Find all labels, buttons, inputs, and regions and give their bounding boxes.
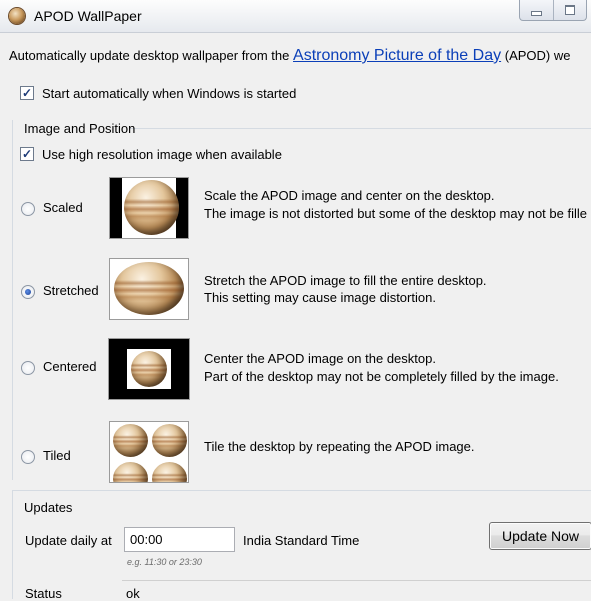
desc-centered-2: Part of the desktop may not be completel…	[204, 369, 559, 384]
thumb-stretched	[109, 258, 189, 320]
option-label-scaled[interactable]: Scaled	[43, 200, 83, 215]
thumb-centered	[108, 338, 190, 400]
minimize-button[interactable]	[520, 0, 554, 20]
hires-label[interactable]: Use high resolution image when available	[42, 147, 282, 162]
image-position-heading: Image and Position	[24, 121, 136, 136]
update-now-button[interactable]: Update Now	[489, 522, 591, 550]
group-divider	[130, 128, 591, 129]
desc-scaled-1: Scale the APOD image and center on the d…	[204, 188, 495, 203]
desc-tiled-1: Tile the desktop by repeating the APOD i…	[204, 439, 475, 454]
planet-image	[152, 424, 187, 457]
planet-icon	[9, 8, 25, 24]
intro-text: Automatically update desktop wallpaper f…	[9, 47, 570, 65]
radio-stretched[interactable]	[21, 285, 35, 299]
thumb-tiled	[109, 421, 189, 483]
planet-image	[152, 462, 187, 482]
update-daily-label: Update daily at	[25, 533, 112, 548]
planet-image	[113, 424, 148, 457]
intro-prefix: Automatically update desktop wallpaper f…	[9, 48, 290, 63]
group-border-left	[12, 120, 13, 480]
black-bar	[110, 178, 122, 238]
planet-image	[114, 262, 184, 315]
desc-scaled-2: The image is not distorted but some of t…	[204, 206, 587, 221]
option-label-stretched[interactable]: Stretched	[43, 283, 99, 298]
radio-tiled[interactable]	[21, 450, 35, 464]
startup-label[interactable]: Start automatically when Windows is star…	[42, 86, 296, 101]
planet-image	[113, 462, 148, 482]
group-border-left	[12, 490, 13, 599]
apod-link[interactable]: Astronomy Picture of the Day	[293, 47, 501, 64]
check-icon: ✓	[21, 147, 33, 161]
intro-suffix: (APOD) we	[504, 48, 571, 63]
window-title: APOD WallPaper	[34, 8, 142, 24]
status-field	[122, 580, 591, 600]
thumb-scaled	[109, 177, 189, 239]
title-bar: APOD WallPaper	[0, 0, 591, 33]
timezone-label: India Standard Time	[243, 533, 360, 548]
radio-centered[interactable]	[21, 361, 35, 375]
maximize-icon	[564, 5, 575, 15]
group-divider	[12, 490, 591, 491]
updates-heading: Updates	[24, 500, 73, 515]
desc-centered-1: Center the APOD image on the desktop.	[204, 351, 436, 366]
option-label-tiled[interactable]: Tiled	[43, 448, 71, 463]
maximize-button[interactable]	[554, 0, 587, 20]
startup-checkbox[interactable]: ✓	[20, 86, 34, 100]
planet-image	[124, 180, 179, 235]
time-hint: e.g. 11:30 or 23:30	[127, 557, 202, 567]
desc-stretched-1: Stretch the APOD image to fill the entir…	[204, 273, 487, 288]
radio-scaled[interactable]	[21, 202, 35, 216]
desc-stretched-2: This setting may cause image distortion.	[204, 290, 436, 305]
minimize-icon	[530, 10, 542, 16]
update-time-input[interactable]	[124, 527, 235, 552]
window-controls	[519, 0, 587, 21]
option-label-centered[interactable]: Centered	[43, 359, 96, 374]
hires-checkbox[interactable]: ✓	[20, 147, 34, 161]
check-icon: ✓	[21, 86, 33, 100]
planet-image	[131, 351, 167, 387]
